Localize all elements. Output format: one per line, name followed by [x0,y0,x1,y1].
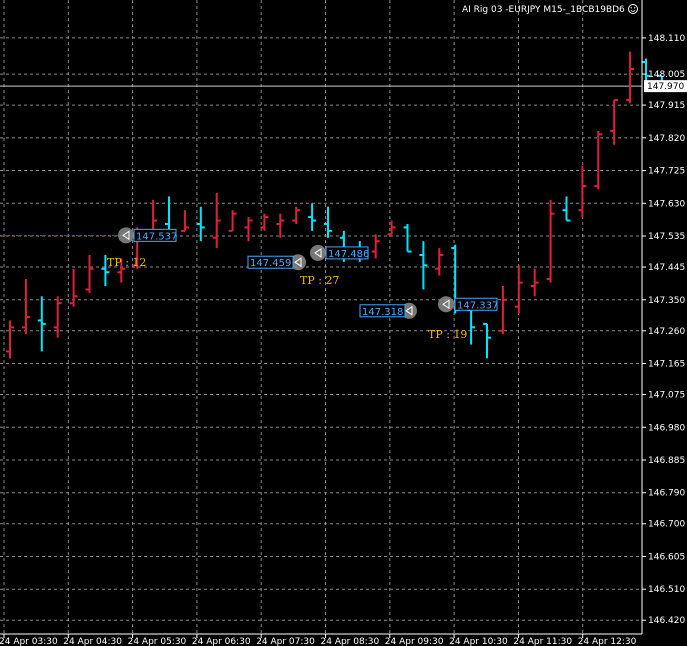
ohlc-bar [483,322,491,359]
trade-price-label: 147.486 [328,249,369,260]
ohlc-bars [6,51,666,359]
ohlc-bar [626,51,635,104]
x-tick-label: 24 Apr 08:30 [321,637,380,646]
trade-circle [118,227,134,244]
y-tick-label: 146.420 [648,616,685,626]
ohlc-bar [6,320,14,359]
ohlc-bar [308,203,317,231]
ohlc-bar [21,279,30,335]
price-chart[interactable]: 147.537 TP : 12 147.459 TP : 27 147.486 147.3… [0,0,687,646]
y-tick-label: 146.885 [648,456,685,466]
y-tick-label: 147.820 [648,134,685,144]
trade-price-label: 147.318 [362,307,403,318]
trade-price-label: 147.459 [250,258,291,269]
y-tick-label: 146.700 [648,520,685,530]
take-profit-label: TP : 19 [428,328,467,341]
take-profit-label: TP : 27 [300,274,339,287]
y-tick-label: 147.260 [648,327,685,337]
y-tick-label: 146.790 [648,489,685,499]
ohlc-bar [419,241,428,290]
y-tick-label: 147.535 [648,232,685,242]
ohlc-bar [53,296,62,338]
y-tick-label: 148.110 [648,34,685,44]
x-tick-label: 24 Apr 04:30 [63,637,122,646]
chart-title: AI Rig 03 -EURJPY M15-_1BCB19BD6 [462,5,625,15]
ohlc-bar [180,210,189,232]
ohlc-bar [85,254,94,293]
x-tick-label: 24 Apr 09:30 [385,637,444,646]
y-tick-label: 147.165 [648,360,685,370]
y-tick-label: 147.350 [648,296,685,306]
x-tick-label: 24 Apr 11:30 [513,637,572,646]
ohlc-bar [387,220,396,236]
trade-circle [310,244,326,261]
ohlc-bar [276,213,285,238]
ohlc-bar [546,199,555,283]
y-tick-label: 147.445 [648,263,685,273]
ohlc-bar [69,268,78,307]
y-tick-label: 147.725 [648,167,685,177]
take-profit-label: TP : 12 [107,256,146,269]
ohlc-bar [578,165,587,218]
ohlc-bar [403,223,412,253]
y-tick-label: 147.075 [648,391,685,401]
y-tick-label: 147.915 [648,101,685,111]
chart-axes: 148.110 148.005 147.915 147.820 147.725 147.6… [0,0,687,646]
x-tick-label: 24 Apr 03:30 [0,637,58,646]
ohlc-bar [228,210,237,232]
x-tick-label: 24 Apr 05:30 [128,637,187,646]
x-tick-label: 24 Apr 10:30 [449,637,508,646]
trade-price-label: 147.337 [457,300,498,311]
chart-grid [0,0,642,634]
ohlc-bar [514,265,523,314]
smiley-icon [628,4,638,14]
ohlc-bar [371,234,380,259]
ohlc-bar [37,296,46,352]
y-tick-label: 148.005 [648,70,685,80]
y-tick-label: 147.630 [648,199,685,209]
x-tick-label: 24 Apr 12:30 [578,637,637,646]
ohlc-bar [530,268,539,297]
y-tick-label: 146.510 [648,585,685,595]
trade-circle [438,296,454,313]
ohlc-bar [610,98,619,145]
ohlc-bar [212,192,221,249]
ohlc-bar [292,206,301,224]
ohlc-bar [562,196,571,222]
ohlc-bar [435,248,444,276]
ohlc-bar [244,217,253,242]
x-tick-label: 24 Apr 07:30 [256,637,315,646]
trade-price-label: 147.537 [136,231,177,242]
ohlc-bar [594,130,603,190]
y-tick-label: 146.605 [648,552,685,562]
trade-marker: 147.337 [438,296,498,313]
y-tick-label: 146.980 [648,423,685,433]
current-price-label: 147.970 [647,82,684,92]
x-tick-label: 24 Apr 06:30 [192,637,251,646]
trade-marker: 147.486 [310,244,369,261]
ohlc-bar [498,285,507,335]
